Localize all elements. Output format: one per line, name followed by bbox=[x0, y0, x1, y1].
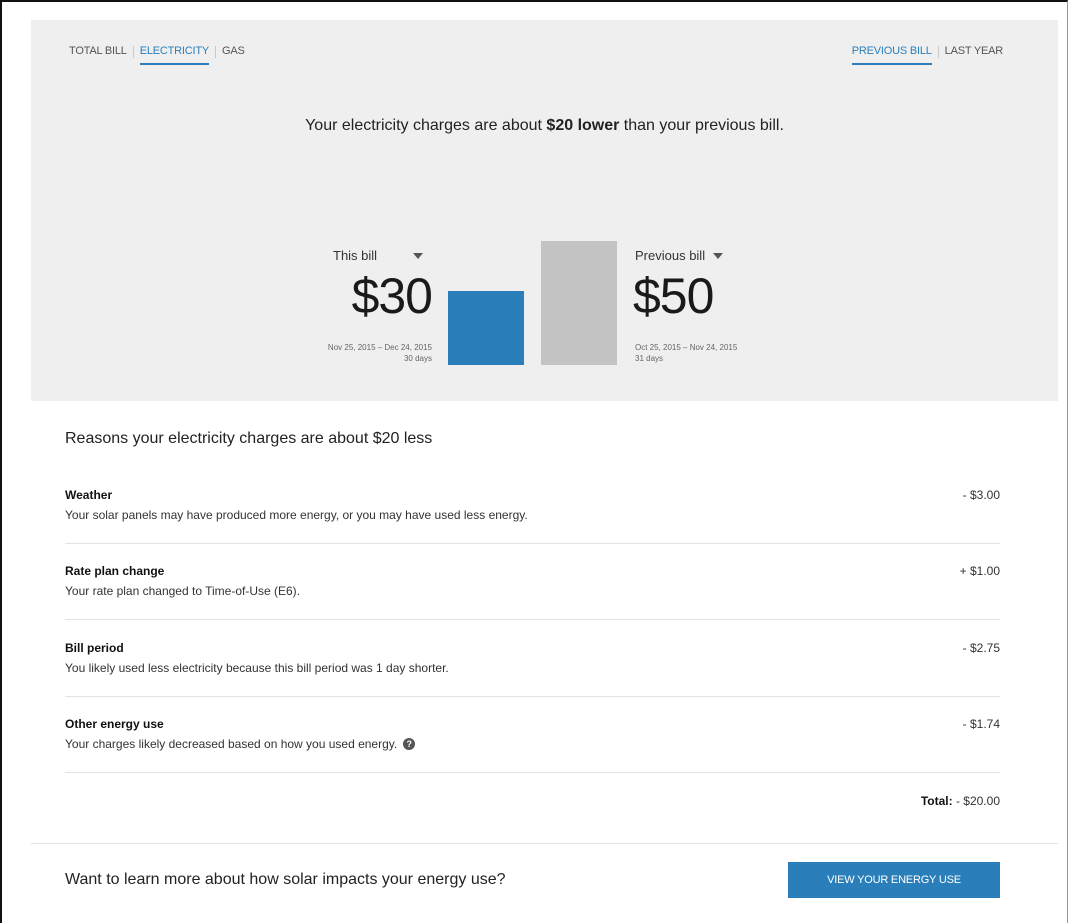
reason-description-text: Your solar panels may have produced more… bbox=[65, 508, 528, 522]
reason-title: Bill period bbox=[65, 641, 124, 655]
caret-down-icon bbox=[413, 252, 424, 259]
previous-bill-date-range: Oct 25, 2015 – Nov 24, 2015 bbox=[635, 343, 738, 352]
comparison-tabs: PREVIOUS BILL LAST YEAR bbox=[851, 45, 1004, 65]
reasons-title: Reasons your electricity charges are abo… bbox=[65, 430, 433, 447]
reason-title: Weather bbox=[65, 488, 113, 502]
row-divider bbox=[65, 543, 1000, 544]
tab-electricity[interactable]: ELECTRICITY bbox=[139, 45, 209, 65]
this-bill-bar bbox=[448, 290, 524, 365]
total-label: Total: bbox=[920, 794, 953, 808]
utility-tabs: TOTAL BILL ELECTRICITY GAS bbox=[69, 45, 245, 65]
this-bill-label: This bill bbox=[333, 248, 378, 263]
previous-bill-bar bbox=[541, 241, 617, 365]
comparison-panel: TOTAL BILL ELECTRICITY GAS PREVIOUS BILL… bbox=[31, 20, 1058, 401]
row-divider bbox=[65, 772, 1000, 773]
reason-description: You likely used less electricity because… bbox=[65, 661, 1000, 675]
footer-prompt: Want to learn more about how solar impac… bbox=[65, 871, 506, 888]
this-bill-amount: $30 bbox=[351, 268, 433, 324]
previous-bill-days: 31 days bbox=[635, 354, 664, 363]
reason-description: Your rate plan changed to Time-of-Use (E… bbox=[65, 584, 1000, 598]
reason-title: Rate plan change bbox=[65, 564, 165, 578]
row-divider bbox=[65, 619, 1000, 620]
caret-down-icon bbox=[713, 252, 724, 259]
headline-emphasis: $20 lower bbox=[546, 117, 620, 134]
total-value: - $20.00 bbox=[952, 794, 1000, 808]
reason-row-weather: Weather Your solar panels may have produ… bbox=[65, 488, 1000, 522]
reason-amount: - $2.75 bbox=[962, 641, 1000, 655]
view-energy-use-button[interactable]: VIEW YOUR ENERGY USE bbox=[788, 862, 1000, 898]
help-icon[interactable]: ? bbox=[403, 738, 416, 750]
headline-suffix: than your previous bill. bbox=[619, 117, 784, 134]
reason-description: Your solar panels may have produced more… bbox=[65, 508, 1000, 522]
comparison-headline: Your electricity charges are about $20 l… bbox=[31, 117, 1058, 135]
this-bill-date-range: Nov 25, 2015 – Dec 24, 2015 bbox=[327, 343, 432, 352]
reason-description-text: Your rate plan changed to Time-of-Use (E… bbox=[65, 584, 301, 598]
total-line: Total: - $20.00 bbox=[921, 794, 1000, 808]
tab-previous-bill[interactable]: PREVIOUS BILL bbox=[851, 45, 932, 65]
reason-description-text: Your charges likely decreased based on h… bbox=[65, 737, 398, 751]
reason-row-bill-period: Bill period You likely used less electri… bbox=[65, 641, 1000, 675]
tab-total-bill[interactable]: TOTAL BILL bbox=[69, 45, 127, 65]
row-divider bbox=[65, 696, 1000, 697]
footer-divider bbox=[31, 843, 1058, 844]
tab-gas[interactable]: GAS bbox=[222, 45, 245, 65]
tab-divider bbox=[937, 46, 939, 58]
previous-bill-period: Oct 25, 2015 – Nov 24, 2015 31 days bbox=[635, 342, 737, 364]
reason-description-text: You likely used less electricity because… bbox=[65, 661, 449, 675]
previous-bill-amount: $50 bbox=[633, 268, 714, 324]
reason-amount: - $1.74 bbox=[962, 717, 1000, 731]
tab-divider bbox=[132, 46, 134, 58]
tab-divider bbox=[215, 46, 217, 58]
reason-amount: - $3.00 bbox=[962, 488, 1000, 502]
reason-row-rate-plan: Rate plan change Your rate plan changed … bbox=[65, 564, 1000, 598]
previous-bill-dropdown[interactable]: Previous bill bbox=[635, 248, 724, 263]
headline-prefix: Your electricity charges are about bbox=[305, 117, 547, 134]
reason-row-other-energy: Other energy use Your charges likely dec… bbox=[65, 717, 1000, 751]
this-bill-period: Nov 25, 2015 – Dec 24, 2015 30 days bbox=[328, 342, 432, 364]
reason-description: Your charges likely decreased based on h… bbox=[65, 737, 1000, 751]
reason-title: Other energy use bbox=[65, 717, 164, 731]
reason-amount: + $1.00 bbox=[959, 564, 1000, 578]
previous-bill-label: Previous bill bbox=[635, 248, 706, 263]
this-bill-dropdown[interactable]: This bill bbox=[333, 248, 424, 263]
tab-last-year[interactable]: LAST YEAR bbox=[945, 45, 1004, 65]
this-bill-days: 30 days bbox=[403, 354, 432, 363]
